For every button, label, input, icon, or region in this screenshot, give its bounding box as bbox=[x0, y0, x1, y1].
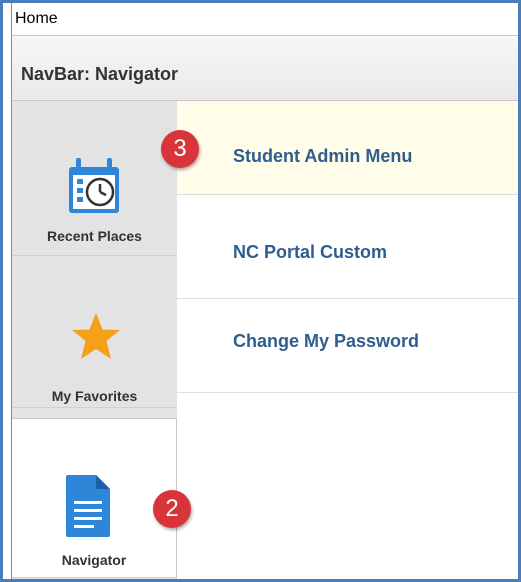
sidebar-item-label: Navigator bbox=[61, 552, 127, 568]
navigator-menu-panel: Student Admin Menu NC Portal Custom Chan… bbox=[177, 101, 518, 579]
step-callout-3: 3 bbox=[161, 130, 199, 168]
sidebar-item-recent-places[interactable]: Recent Places bbox=[12, 101, 177, 256]
sidebar-item-navigator[interactable]: Navigator bbox=[12, 418, 177, 578]
sidebar-item-label: My Favorites bbox=[51, 388, 138, 404]
menu-item-student-admin[interactable]: Student Admin Menu bbox=[177, 101, 518, 195]
sidebar-item-my-favorites[interactable]: My Favorites bbox=[12, 256, 177, 408]
document-icon bbox=[66, 475, 110, 537]
star-icon bbox=[72, 313, 120, 359]
menu-item-label[interactable]: NC Portal Custom bbox=[233, 242, 387, 263]
step-callout-2: 2 bbox=[153, 490, 191, 528]
window-frame: Home NavBar: Navigator Recent Places My … bbox=[0, 0, 521, 582]
menu-item-label[interactable]: Change My Password bbox=[233, 331, 419, 352]
navbar-header: NavBar: Navigator bbox=[11, 36, 518, 101]
home-bar: Home bbox=[11, 3, 518, 36]
menu-item-label[interactable]: Student Admin Menu bbox=[233, 146, 412, 167]
calendar-clock-icon bbox=[69, 158, 119, 213]
page-title: NavBar: Navigator bbox=[21, 64, 179, 84]
home-link[interactable]: Home bbox=[15, 10, 58, 28]
menu-item-change-password[interactable]: Change My Password bbox=[177, 299, 518, 393]
sidebar-item-label: Recent Places bbox=[47, 228, 142, 244]
menu-item-nc-portal-custom[interactable]: NC Portal Custom bbox=[177, 205, 518, 299]
